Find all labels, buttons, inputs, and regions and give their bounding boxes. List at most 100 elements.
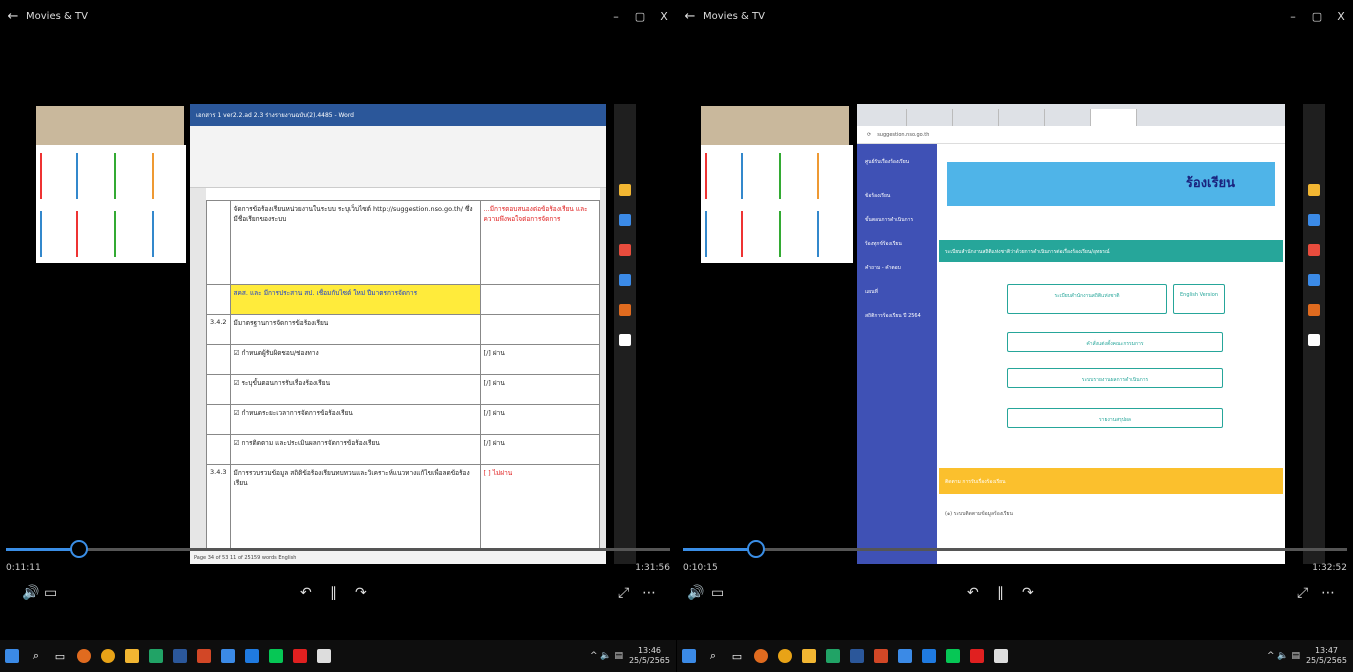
site-title: ร้องเรียน (1185, 176, 1235, 191)
tab[interactable] (907, 109, 953, 126)
address-bar[interactable]: ⟳ suggestion.nso.go.th (857, 126, 1285, 144)
task-view-icon[interactable]: ▭ (727, 646, 747, 666)
remaining-time: 1:32:52 (1312, 563, 1347, 573)
restore-icon[interactable]: ▢ (1305, 10, 1329, 23)
sidebar-item[interactable]: ขั้นตอนการดำเนินการ (857, 208, 937, 232)
pause-icon[interactable]: ∥ (997, 585, 1004, 601)
row-note: [/] ผ่าน (479, 344, 601, 375)
seek-bar[interactable] (6, 540, 670, 558)
sidebar-item[interactable]: สถิติการร้องเรียน ปี 2564 (857, 304, 937, 328)
skip-forward-icon[interactable]: ↷ (1022, 585, 1034, 601)
skip-forward-icon[interactable]: ↷ (355, 585, 367, 601)
start-icon[interactable] (2, 646, 22, 666)
browser-tabs (857, 104, 1285, 126)
chrome-icon[interactable] (98, 646, 118, 666)
app-icon[interactable] (919, 646, 939, 666)
fullscreen-icon[interactable]: ⤢ (1297, 585, 1308, 601)
powerpoint-icon[interactable] (871, 646, 891, 666)
table-row: สคส. และ มีการประสาน สป. เชื่อมกับไซด์ ใ… (206, 284, 601, 315)
pdf-icon[interactable] (967, 646, 987, 666)
back-arrow-icon[interactable]: ← (0, 9, 26, 24)
order-button[interactable]: คำสั่งแต่งตั้งคณะกรรมการ (1007, 332, 1223, 352)
regulation-button[interactable]: ระเบียบสำนักงานสถิติแห่งชาติ (1007, 284, 1167, 314)
network-icon[interactable]: ^ 🔈 ▤ (1267, 651, 1300, 661)
notepad-icon[interactable] (314, 646, 334, 666)
site-banner: ร้องเรียน (947, 162, 1275, 206)
seek-knob[interactable] (70, 540, 89, 558)
sidebar-item[interactable]: ข้อร้องเรียน (857, 184, 937, 208)
subtitles-icon[interactable]: ▭ (711, 585, 724, 601)
site-sidebar: ศูนย์รับเรื่องร้องเรียน ข้อร้องเรียน ขั้นต… (857, 144, 937, 564)
pdf-icon[interactable] (290, 646, 310, 666)
start-icon[interactable] (679, 646, 699, 666)
powerpoint-icon[interactable] (194, 646, 214, 666)
clock-date: 25/5/2565 (1305, 656, 1347, 665)
task-view-icon[interactable]: ▭ (50, 646, 70, 666)
minimize-icon[interactable]: – (1281, 10, 1305, 23)
close-icon[interactable]: X (1329, 10, 1353, 23)
row-text: ☑ การติดตาม และประเมินผลการจัดการข้อร้อง… (229, 434, 481, 465)
network-icon[interactable]: ^ 🔈 ▤ (590, 651, 623, 661)
excel-icon[interactable] (823, 646, 843, 666)
volume-icon[interactable]: 🔊 (22, 585, 39, 601)
row-number (206, 404, 231, 435)
summary-report-button[interactable]: รายงานสรุปผล (1007, 408, 1223, 428)
table-row: ☑ ระบุขั้นตอนการรับเรื่องร้องเรียน [/] ผ่… (206, 374, 601, 405)
refresh-icon[interactable]: ⟳ (867, 132, 871, 138)
row-note: ...มีการตอบสนองต่อข้อร้องเรียน และ ความพ… (479, 200, 601, 285)
right-windows-taskbar: ⌕ ▭ ^ 🔈 ▤ 13:47 25/5/2565 (677, 640, 1353, 672)
report-system-button[interactable]: ระบบรายงานผลการดำเนินการ (1007, 368, 1223, 388)
app-icon[interactable] (242, 646, 262, 666)
app-icon[interactable] (218, 646, 238, 666)
word-icon[interactable] (847, 646, 867, 666)
left-titlebar: ← Movies & TV – ▢ X (0, 0, 676, 32)
tab[interactable] (953, 109, 999, 126)
window-title: Movies & TV (26, 10, 88, 22)
clock-date: 25/5/2565 (628, 656, 670, 665)
row-note: [/] ผ่าน (479, 374, 601, 405)
close-icon[interactable]: X (652, 10, 676, 23)
word-icon[interactable] (170, 646, 190, 666)
fullscreen-icon[interactable]: ⤢ (618, 585, 629, 601)
row-number (206, 344, 231, 375)
sidebar-item[interactable]: แผนที่ (857, 280, 937, 304)
elapsed-time: 0:10:15 (683, 563, 718, 573)
chrome-icon[interactable] (775, 646, 795, 666)
line-icon[interactable] (266, 646, 286, 666)
firefox-icon[interactable] (74, 646, 94, 666)
minimize-icon[interactable]: – (604, 10, 628, 23)
notepad-icon[interactable] (991, 646, 1011, 666)
search-icon[interactable]: ⌕ (703, 646, 723, 666)
seek-bar[interactable] (683, 540, 1347, 558)
explorer-icon[interactable] (122, 646, 142, 666)
tab[interactable] (861, 109, 907, 126)
checklist-table: จัดการข้อร้องเรียนหน่วยงานในระบบ ระบุเว็… (206, 200, 601, 555)
line-icon[interactable] (943, 646, 963, 666)
tab[interactable] (1045, 109, 1091, 126)
tab[interactable] (999, 109, 1045, 126)
right-movies-window: ← Movies & TV – ▢ X ⟳ suggestion.nso.go.… (677, 0, 1353, 640)
sidebar-item[interactable]: ร้องทุกข์ร้องเรียน (857, 232, 937, 256)
explorer-icon[interactable] (799, 646, 819, 666)
tab-active[interactable] (1091, 109, 1137, 126)
subtitles-icon[interactable]: ▭ (44, 585, 57, 601)
volume-icon[interactable]: 🔊 (687, 585, 704, 601)
pause-icon[interactable]: ∥ (330, 585, 337, 601)
sidebar-item[interactable]: ศูนย์รับเรื่องร้องเรียน (857, 144, 937, 184)
skip-back-icon[interactable]: ↶ (967, 585, 979, 601)
sidebar-item[interactable]: คำถาม - คำตอบ (857, 256, 937, 280)
restore-icon[interactable]: ▢ (628, 10, 652, 23)
skip-back-icon[interactable]: ↶ (300, 585, 312, 601)
excel-icon[interactable] (146, 646, 166, 666)
back-arrow-icon[interactable]: ← (677, 9, 703, 24)
more-icon[interactable]: ⋯ (1321, 585, 1335, 601)
app-icon[interactable] (895, 646, 915, 666)
firefox-icon[interactable] (751, 646, 771, 666)
url-text[interactable]: suggestion.nso.go.th (877, 132, 929, 138)
search-icon[interactable]: ⌕ (26, 646, 46, 666)
english-version-button[interactable]: English Version (1173, 284, 1225, 314)
seek-knob[interactable] (747, 540, 766, 558)
window-title: Movies & TV (703, 10, 765, 22)
more-icon[interactable]: ⋯ (642, 585, 656, 601)
row-number (206, 284, 231, 315)
